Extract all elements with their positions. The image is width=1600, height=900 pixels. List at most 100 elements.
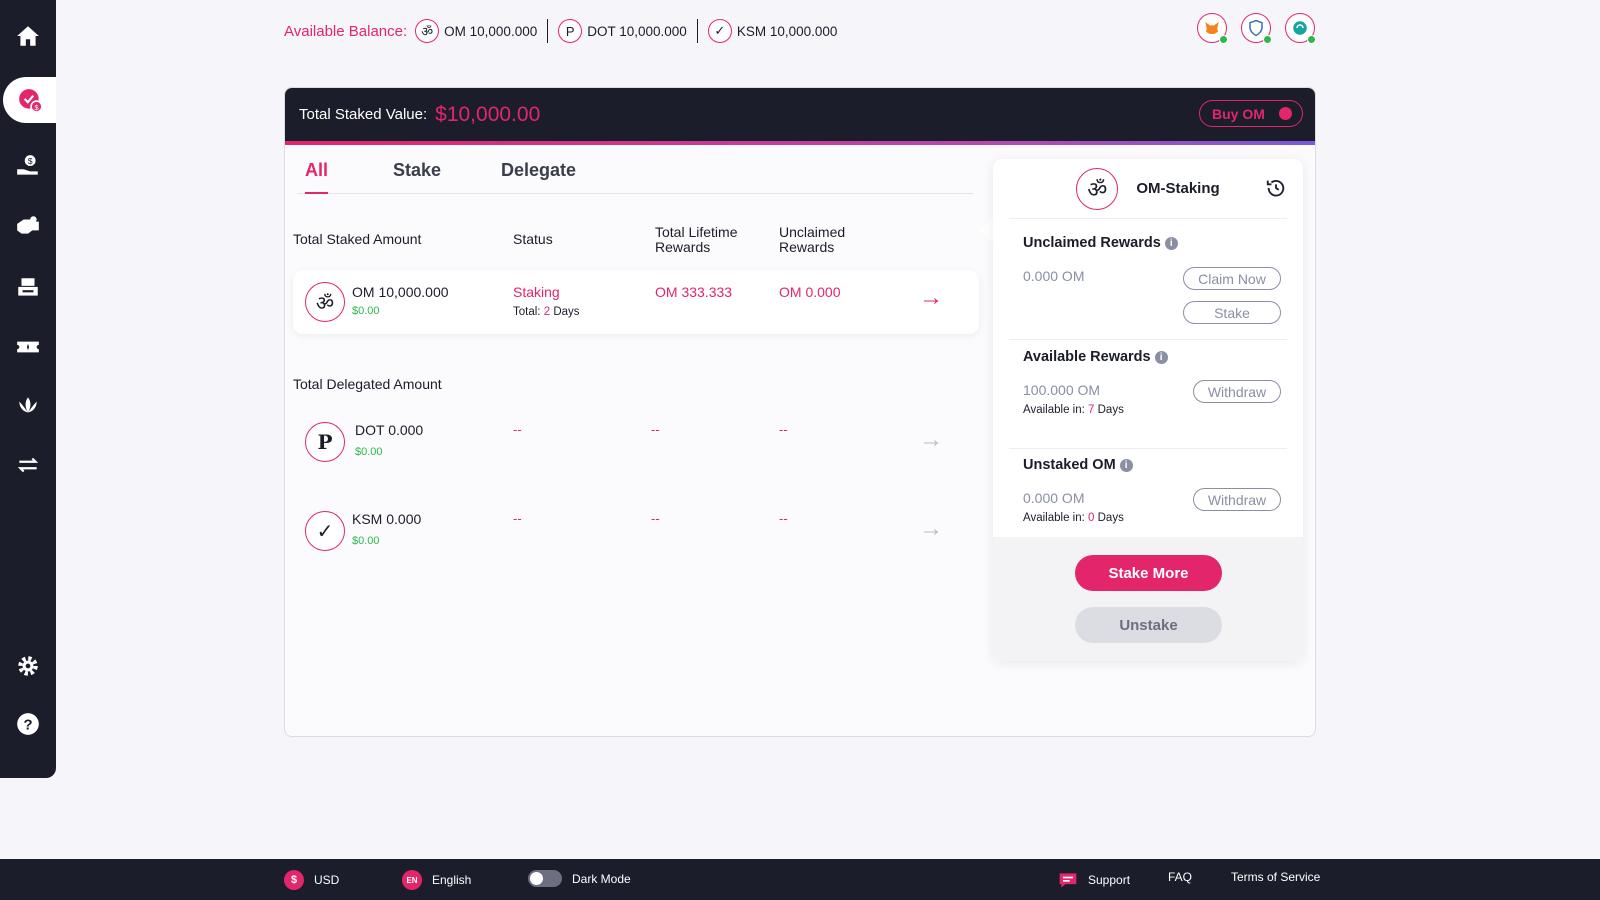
- unclaimed-rewards-section: Unclaimed Rewards i 0.000 OM Claim Now S…: [1009, 235, 1287, 331]
- column-unclaimed-rewards: Unclaimed Rewards: [779, 224, 846, 255]
- delegated-status: --: [513, 511, 522, 526]
- metamask-icon: [1205, 22, 1219, 34]
- section-divider: [1009, 339, 1287, 340]
- support-link[interactable]: Support: [1058, 870, 1130, 890]
- sidebar-item-swap[interactable]: [0, 442, 56, 488]
- om-coin-icon: ॐ: [415, 19, 440, 43]
- available-rewards-label: Available Rewards: [1023, 349, 1151, 365]
- ksm-balance: KSM 10,000.000: [736, 23, 838, 39]
- ksm-coin-icon: ✓: [707, 19, 732, 43]
- sidebar-item-delegate[interactable]: [0, 203, 56, 249]
- available-in: Available in: 7 Days: [1023, 404, 1124, 416]
- tab-bar: All Stake Delegate: [297, 158, 973, 194]
- connected-status-dot: [1263, 35, 1272, 44]
- sidebar-item-print[interactable]: [0, 265, 56, 311]
- delegated-unclaimed: --: [779, 422, 788, 437]
- support-label: Support: [1088, 873, 1131, 887]
- tab-stake[interactable]: Stake: [393, 158, 441, 194]
- faq-link[interactable]: FAQ: [1168, 870, 1192, 884]
- panel-title: OM-Staking: [1136, 180, 1220, 197]
- column-status: Status: [513, 231, 553, 247]
- unclaimed-rewards-title: Unclaimed Rewards i: [1023, 235, 1287, 251]
- delegated-row-dot[interactable]: P DOT 0.000 $0.00 -- -- -- →: [293, 410, 979, 474]
- buy-om-label: Buy OM: [1212, 105, 1265, 122]
- lotus-icon: [19, 397, 37, 413]
- unstaked-om-section: Unstaked OM i 0.000 OM Available in: 0 D…: [1009, 457, 1287, 537]
- arrow-right-icon[interactable]: →: [919, 515, 943, 543]
- panel-actions: Stake More Unstake: [993, 537, 1303, 661]
- om-staking-panel: ॐ OM-Staking Unclaimed Rewards i 0.000 O…: [993, 159, 1303, 661]
- dark-mode-toggle[interactable]: Dark Mode: [528, 870, 631, 887]
- svg-text:$: $: [28, 156, 33, 166]
- printer-icon: [18, 278, 38, 296]
- sidebar-item-lotus[interactable]: [0, 383, 56, 429]
- currency-icon: $: [284, 870, 304, 890]
- home-icon: [17, 26, 39, 46]
- stake-rewards-button[interactable]: Stake: [1183, 301, 1281, 324]
- info-icon[interactable]: i: [1119, 458, 1133, 472]
- delegated-row-ksm[interactable]: ✓ KSM 0.000 $0.00 -- -- -- →: [293, 499, 979, 563]
- polkadot-wallet-icon: [1293, 21, 1307, 35]
- column-total-lifetime-rewards: Total Lifetime Rewards: [655, 224, 738, 255]
- language-selector[interactable]: EN English: [402, 870, 471, 890]
- polkadot-wallet-button[interactable]: [1285, 13, 1316, 44]
- wallet-connections: [1197, 13, 1316, 44]
- ksm-token-icon: ✓: [305, 511, 345, 551]
- sidebar-item-help[interactable]: ?: [0, 701, 56, 747]
- currency-label: USD: [314, 873, 340, 887]
- delegated-amount: KSM 0.000: [352, 511, 422, 527]
- available-in-label: Available in:: [1023, 512, 1085, 524]
- staking-status: Staking: [513, 284, 560, 300]
- info-icon[interactable]: i: [1154, 350, 1168, 364]
- info-icon[interactable]: i: [1164, 236, 1178, 250]
- delegate-icon: [17, 216, 39, 234]
- unclaimed-rewards-label: Unclaimed Rewards: [1023, 235, 1161, 251]
- metamask-wallet-button[interactable]: [1197, 13, 1228, 44]
- shield-wallet-button[interactable]: [1241, 13, 1272, 44]
- delegated-lifetime: --: [651, 511, 660, 526]
- svg-text:?: ?: [23, 716, 32, 733]
- terms-label: Terms of Service: [1231, 870, 1321, 884]
- buy-om-button[interactable]: Buy OM: [1199, 100, 1303, 127]
- card-header: Total Staked Value: $10,000.00 Buy OM: [285, 88, 1315, 145]
- withdraw-rewards-button[interactable]: Withdraw: [1193, 380, 1281, 403]
- dark-mode-label: Dark Mode: [572, 871, 631, 886]
- sidebar-item-tickets[interactable]: [0, 324, 56, 370]
- staking-card: Total Staked Value: $10,000.00 Buy OM Al…: [284, 87, 1316, 737]
- faq-label: FAQ: [1168, 870, 1193, 884]
- tab-delegate[interactable]: Delegate: [501, 158, 576, 194]
- unstaked-om-title: Unstaked OM i: [1023, 457, 1287, 473]
- stake-more-button[interactable]: Stake More: [1075, 555, 1222, 591]
- delegated-unclaimed: --: [779, 511, 788, 526]
- terms-link[interactable]: Terms of Service: [1231, 870, 1320, 884]
- claim-now-button[interactable]: Claim Now: [1183, 267, 1281, 290]
- toggle-switch[interactable]: [528, 870, 562, 887]
- total-label: Total:: [513, 306, 541, 318]
- panel-pointer: [979, 218, 993, 242]
- unstaked-days: 0: [1088, 512, 1095, 524]
- tab-all[interactable]: All: [305, 158, 329, 194]
- sidebar-item-lending[interactable]: $: [0, 143, 56, 189]
- staked-row-om[interactable]: ॐ OM 10,000.000 $0.00 Staking Total: 2 D…: [293, 270, 979, 334]
- withdraw-unstaked-button[interactable]: Withdraw: [1193, 488, 1281, 511]
- shield-icon: [1249, 19, 1263, 37]
- arrow-right-icon[interactable]: →: [919, 426, 943, 454]
- dot-token-icon: P: [305, 422, 345, 462]
- total-delegated-amount-label: Total Delegated Amount: [293, 376, 442, 392]
- delegated-usd-value: $0.00: [355, 446, 383, 458]
- delegated-amount: DOT 0.000: [355, 422, 424, 438]
- currency-selector[interactable]: $ USD: [284, 870, 339, 890]
- lifetime-rewards: OM 333.333: [655, 284, 733, 300]
- staked-usd-value: $0.00: [352, 305, 380, 317]
- history-icon[interactable]: [1265, 177, 1287, 199]
- staking-duration: Total: 2 Days: [513, 306, 580, 318]
- sidebar-item-staking[interactable]: $: [3, 77, 56, 123]
- unstake-button[interactable]: Unstake: [1075, 607, 1222, 643]
- available-balance-bar: Available Balance: ॐ OM 10,000.000 P DOT…: [284, 18, 847, 44]
- sidebar-item-home[interactable]: [0, 13, 56, 59]
- footer-bar: $ USD EN English Dark Mode Support FAQ T…: [0, 859, 1600, 900]
- arrow-right-icon[interactable]: →: [919, 284, 943, 312]
- days-label: Days: [1097, 404, 1124, 416]
- sidebar-item-settings[interactable]: [0, 643, 56, 689]
- total-staked-value: $10,000.00: [435, 102, 541, 126]
